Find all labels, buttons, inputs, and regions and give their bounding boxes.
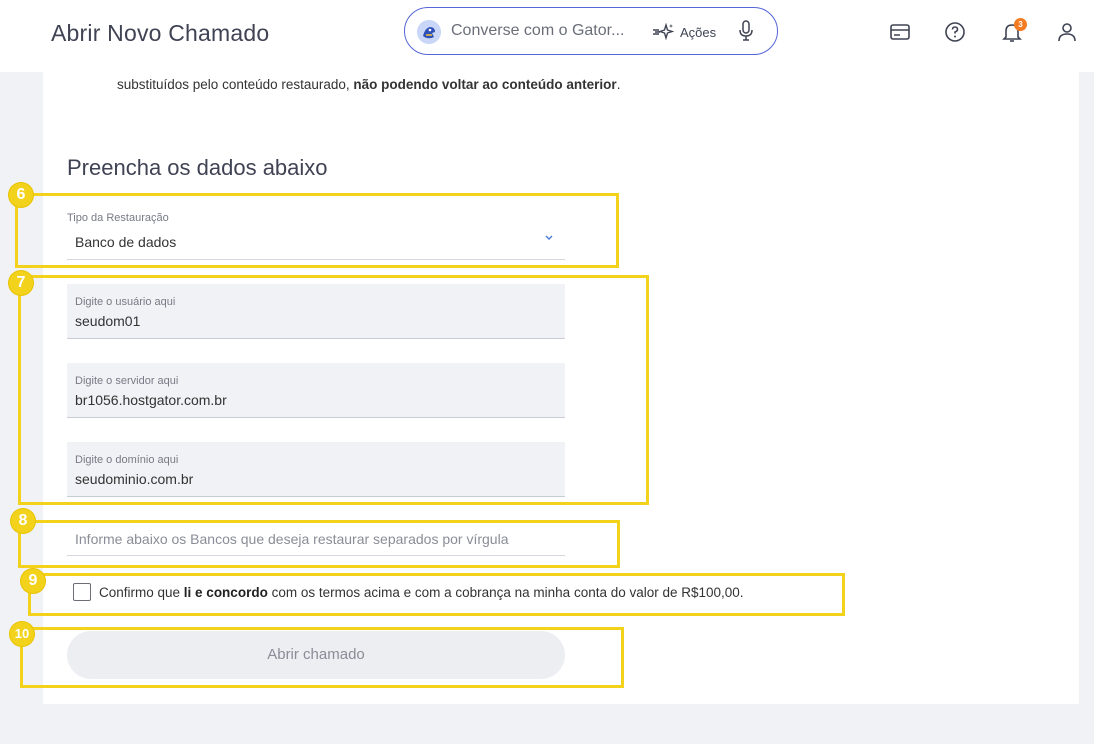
notice-text-bold: não podendo voltar ao conteúdo anterior: [353, 77, 617, 92]
server-input[interactable]: Digite o servidor aqui br1056.hostgator.…: [67, 363, 565, 418]
confirm-terms-row[interactable]: Confirmo que li e concordo com os termos…: [73, 582, 744, 602]
restore-type-value: Banco de dados: [75, 234, 177, 250]
annotation-badge-10: 10: [10, 622, 34, 646]
confirm-text-bold: li e concordo: [183, 584, 268, 600]
annotation-badge-6: 6: [9, 183, 33, 207]
page-title: Abrir Novo Chamado: [51, 20, 270, 46]
confirm-text-end: com os termos acima e com a cobrança na …: [267, 584, 744, 600]
help-icon[interactable]: [943, 20, 967, 44]
domain-value: seudominio.com.br: [75, 471, 194, 487]
annotation-badge-7: 7: [9, 271, 33, 295]
user-profile-icon[interactable]: [1055, 20, 1079, 44]
databases-placeholder: Informe abaixo os Bancos que deseja rest…: [75, 531, 509, 547]
annotation-badge-9: 9: [21, 569, 45, 593]
microphone-icon[interactable]: [738, 20, 754, 42]
form-section-title: Preencha os dados abaixo: [67, 155, 328, 180]
restore-type-label: Tipo da Restauração: [67, 212, 169, 224]
open-ticket-button[interactable]: Abrir chamado: [67, 631, 565, 679]
annotation-badge-8: 8: [11, 509, 35, 533]
sparkle-icon: [653, 23, 674, 41]
top-header: Abrir Novo Chamado Converse com o Gator.…: [0, 0, 1094, 72]
server-label: Digite o servidor aqui: [75, 375, 179, 387]
username-label: Digite o usuário aqui: [75, 296, 176, 308]
chat-placeholder: Converse com o Gator...: [451, 22, 625, 39]
gator-chat-input[interactable]: Converse com o Gator... Ações: [404, 7, 778, 55]
server-value: br1056.hostgator.com.br: [75, 392, 227, 408]
notice-text-end: .: [616, 77, 621, 92]
notice-text-start: substituídos pelo conteúdo restaurado,: [117, 77, 354, 92]
domain-label: Digite o domínio aqui: [75, 454, 179, 466]
username-value: seudom01: [75, 313, 141, 329]
confirm-terms-checkbox[interactable]: [73, 583, 91, 601]
domain-input[interactable]: Digite o domínio aqui seudominio.com.br: [67, 442, 565, 497]
restore-type-select[interactable]: Tipo da Restauração Banco de dados: [67, 206, 565, 260]
actions-button[interactable]: Ações: [652, 22, 716, 42]
username-input[interactable]: Digite o usuário aqui seudom01: [67, 284, 565, 339]
chevron-down-icon: [545, 235, 553, 240]
notification-count-badge: 3: [1014, 18, 1027, 31]
payment-card-icon[interactable]: [888, 20, 912, 44]
confirm-terms-text: Confirmo que li e concordo com os termos…: [99, 585, 744, 600]
actions-label: Ações: [680, 24, 717, 40]
gator-avatar-icon: [417, 20, 441, 44]
restore-notice: substituídos pelo conteúdo restaurado, n…: [117, 77, 620, 92]
databases-input[interactable]: Informe abaixo os Bancos que deseja rest…: [67, 524, 565, 556]
confirm-text-start: Confirmo que: [99, 584, 184, 600]
